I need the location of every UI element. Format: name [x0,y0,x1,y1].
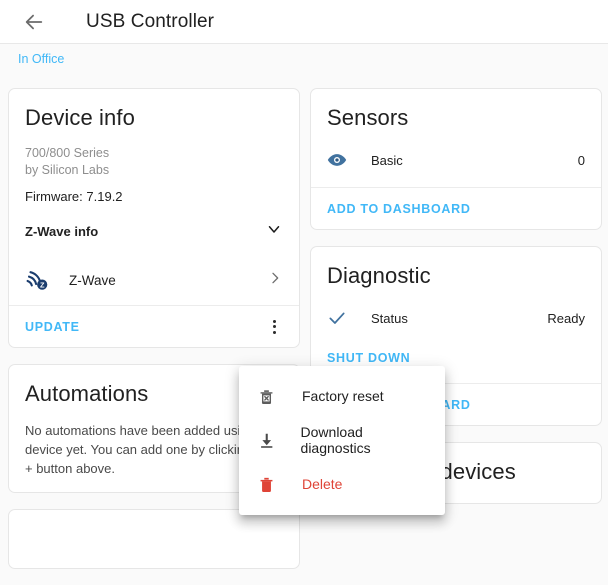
back-button[interactable] [14,2,54,42]
device-info-actions: UPDATE [9,305,299,347]
menu-item-download-diagnostics-label: Download diagnostics [300,424,371,456]
diagnostic-title: Diagnostic [327,263,431,288]
diagnostic-row: Status Ready [327,303,585,333]
chevron-right-icon [267,270,283,291]
device-options-menu: Factory reset Download diagnostics Delet… [239,366,445,515]
menu-item-download-diagnostics[interactable]: Download diagnostics [239,418,445,462]
trash-icon [257,475,283,494]
arrow-left-icon [23,11,45,33]
trash-restore-icon [257,387,283,406]
sensors-actions: ADD TO DASHBOARD [311,187,601,229]
chevron-down-icon [265,220,283,243]
device-firmware: Firmware: 7.19.2 [25,189,123,204]
eye-icon [327,150,361,170]
check-icon [327,308,361,328]
update-button[interactable]: UPDATE [25,320,80,334]
add-to-dashboard-button[interactable]: ADD TO DASHBOARD [327,202,471,216]
sensors-title: Sensors [327,105,409,130]
more-vertical-icon[interactable] [263,316,285,338]
menu-item-delete[interactable]: Delete [239,462,445,506]
sensors-card: Sensors Basic 0 ADD TO DASHBOARD [310,88,602,230]
shut-down-button[interactable]: SHUT DOWN [327,351,410,365]
device-model: 700/800 Series [25,146,110,160]
zwave-device-name: Z-Wave [69,272,116,288]
sensor-row: Basic 0 [327,145,585,175]
svg-text:Z: Z [40,280,45,289]
menu-item-factory-reset-label: Factory reset [302,388,384,404]
diagnostic-status-label: Status [371,310,408,326]
zwave-info-expander[interactable]: Z-Wave info [25,220,283,243]
menu-item-factory-reset[interactable]: Factory reset [239,374,445,418]
breadcrumb[interactable]: In Office [18,52,64,66]
left-next-card [8,509,300,569]
device-info-title: Device info [25,105,135,130]
sensor-value: 0 [577,152,585,168]
menu-item-delete-label: Delete [302,476,343,492]
sensor-name: Basic [371,152,403,168]
app-bar: USB Controller [0,0,608,44]
zwave-icon: Z [25,269,59,291]
zwave-device-row[interactable]: Z Z-Wave [25,269,283,291]
download-icon [257,431,282,450]
device-manufacturer: by Silicon Labs [25,163,110,177]
diagnostic-status-value: Ready [547,310,585,326]
page-title: USB Controller [86,10,215,32]
device-info-card: Device info 700/800 Series by Silicon La… [8,88,300,348]
zwave-info-label: Z-Wave info [25,224,99,239]
